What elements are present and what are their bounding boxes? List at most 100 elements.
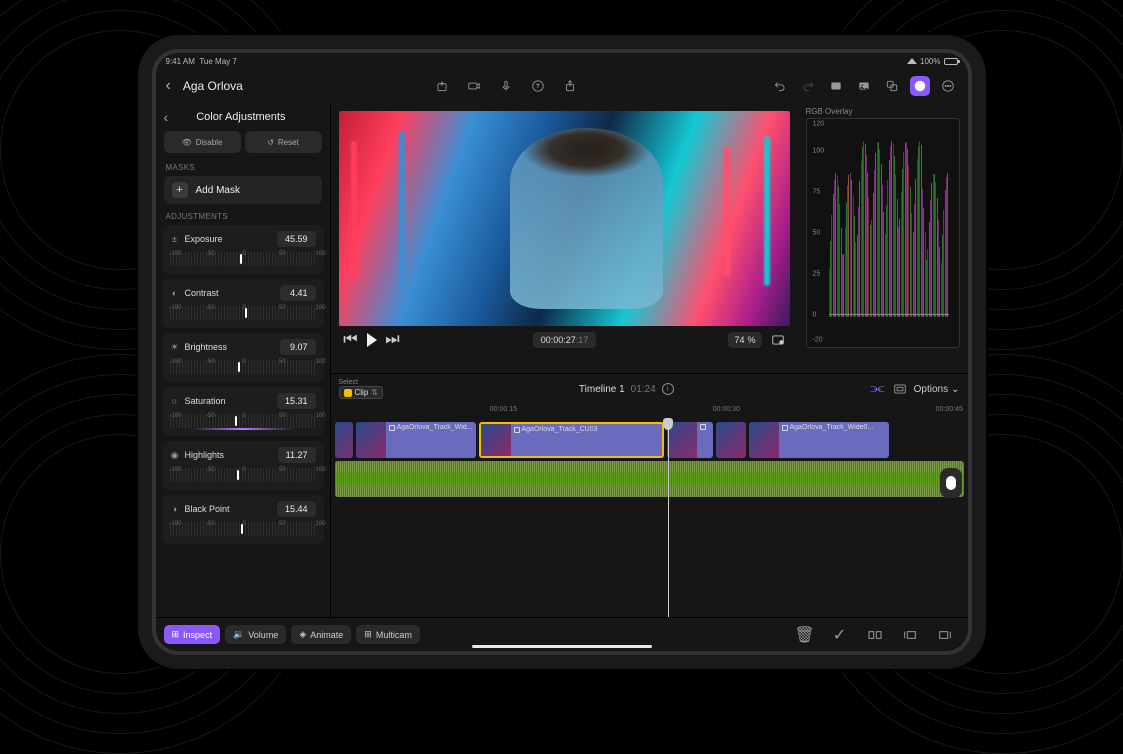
camera-icon[interactable] bbox=[464, 76, 484, 96]
timeline-clip[interactable] bbox=[667, 422, 713, 458]
slider-brightness[interactable]: ☀ Brightness 9.07 -100-50050100 bbox=[162, 333, 324, 382]
scope-ytick: -20 bbox=[813, 337, 823, 344]
clip-selector[interactable]: Clip ⇅ bbox=[339, 386, 383, 399]
snapping-icon[interactable]: ⫘ bbox=[870, 381, 886, 397]
clip-name: AgaOrlova_Track_Wide0... bbox=[790, 424, 874, 431]
slider-track[interactable]: -100-50050100 bbox=[170, 360, 316, 374]
timeline-clip[interactable]: A... bbox=[716, 422, 746, 458]
timecode-display[interactable]: 00:00:27:17 bbox=[533, 332, 597, 348]
timeline-ruler[interactable]: 00:00:1500:00:3000:00:45 bbox=[331, 404, 968, 418]
scope-ytick: 120 bbox=[813, 120, 825, 127]
slider-contrast[interactable]: ◐ Contrast 4.41 -100-50050100 bbox=[162, 279, 324, 328]
audio-track[interactable] bbox=[335, 461, 964, 497]
slider-value[interactable]: 15.44 bbox=[277, 501, 316, 517]
view-options-icon[interactable] bbox=[770, 332, 786, 348]
jog-handle[interactable] bbox=[940, 468, 962, 498]
trim-start-icon[interactable] bbox=[901, 626, 919, 644]
next-frame-button[interactable]: ⏭ bbox=[385, 332, 401, 348]
date: Tue May 7 bbox=[199, 57, 237, 66]
browser-icon[interactable] bbox=[826, 76, 846, 96]
volume-icon: 🔉 bbox=[233, 629, 244, 640]
import-icon[interactable] bbox=[432, 76, 452, 96]
slider-value[interactable]: 45.59 bbox=[277, 231, 316, 247]
status-bar: 9:41 AM Tue May 7 100% bbox=[156, 53, 968, 69]
delete-icon[interactable]: 🗑 bbox=[796, 626, 814, 644]
ipad-device-frame: 9:41 AM Tue May 7 100% ‹ Aga Orlova ‹ Co… bbox=[152, 49, 972, 655]
timeline-clip[interactable]: AgaOrlova_Track_Wid... bbox=[356, 422, 476, 458]
scopes-icon[interactable] bbox=[910, 76, 930, 96]
masks-section-label: MASKS bbox=[156, 159, 330, 176]
reset-icon: ↺ bbox=[267, 138, 274, 147]
scope-title: RGB Overlay bbox=[806, 107, 960, 116]
animate-tab[interactable]: ◈Animate bbox=[291, 625, 351, 644]
home-indicator[interactable] bbox=[472, 645, 652, 648]
timeline-name: Timeline 1 bbox=[579, 384, 625, 395]
slider-track[interactable]: -100-50050100 bbox=[170, 306, 316, 320]
slider-param-icon: ☀ bbox=[170, 342, 180, 352]
redo-icon[interactable] bbox=[798, 76, 818, 96]
add-mask-button[interactable]: + Add Mask bbox=[164, 176, 322, 204]
split-icon[interactable] bbox=[866, 626, 884, 644]
options-button[interactable]: Options ⌄ bbox=[914, 384, 960, 395]
slider-param-icon: ◐ bbox=[170, 288, 180, 298]
play-button[interactable] bbox=[367, 333, 377, 347]
top-toolbar: ‹ Aga Orlova bbox=[156, 69, 968, 103]
share-icon[interactable] bbox=[560, 76, 580, 96]
slider-track[interactable]: -100-50050100 bbox=[170, 252, 316, 266]
playhead[interactable] bbox=[668, 418, 669, 617]
scope-ytick: 25 bbox=[813, 271, 821, 278]
photos-icon[interactable] bbox=[854, 76, 874, 96]
battery-icon bbox=[944, 58, 958, 65]
slider-label: Saturation bbox=[185, 396, 226, 406]
slider-label: Brightness bbox=[185, 342, 228, 352]
voiceover-icon[interactable] bbox=[496, 76, 516, 96]
slider-track[interactable]: -100-50050100 bbox=[170, 468, 316, 482]
slider-track[interactable]: -100-50050100 bbox=[170, 522, 316, 536]
scope-ytick: 50 bbox=[813, 230, 821, 237]
timeline-clip[interactable]: AgaOrlova_Track_CU03 bbox=[479, 422, 664, 458]
wifi-icon bbox=[907, 58, 917, 64]
slider-label: Contrast bbox=[185, 288, 219, 298]
inspect-tab[interactable]: ⊞Inspect bbox=[164, 625, 221, 644]
back-button[interactable]: ‹ bbox=[166, 77, 171, 95]
panel-back-button[interactable]: ‹ bbox=[164, 109, 169, 125]
slider-track[interactable]: -100-50050100 bbox=[170, 414, 316, 428]
volume-tab[interactable]: 🔉Volume bbox=[225, 625, 286, 644]
trim-end-icon[interactable] bbox=[936, 626, 954, 644]
zoom-control[interactable]: 74 % bbox=[728, 332, 761, 348]
overlay-icon[interactable] bbox=[882, 76, 902, 96]
slider-param-icon: ± bbox=[170, 234, 180, 244]
ruler-tick: 00:00:15 bbox=[490, 406, 517, 413]
enable-icon[interactable]: ✓ bbox=[831, 626, 849, 644]
slider-value[interactable]: 4.41 bbox=[280, 285, 316, 301]
scope-ytick: 100 bbox=[813, 147, 825, 154]
timeline-clip[interactable] bbox=[335, 422, 353, 458]
slider-label: Highlights bbox=[185, 450, 225, 460]
slider-value[interactable]: 15.31 bbox=[277, 393, 316, 409]
slider-label: Black Point bbox=[185, 504, 230, 514]
slider-black-point[interactable]: ◑Black Point 15.44 -100-50050100 bbox=[162, 495, 324, 544]
reset-button[interactable]: ↺ Reset bbox=[245, 131, 322, 153]
titles-icon[interactable] bbox=[528, 76, 548, 96]
video-preview[interactable] bbox=[339, 111, 790, 326]
info-icon[interactable]: i bbox=[662, 383, 674, 395]
multicam-tab[interactable]: ⊞Multicam bbox=[356, 625, 420, 644]
clock: 9:41 AM bbox=[166, 57, 195, 66]
inspect-icon: ⊞ bbox=[172, 629, 180, 640]
prev-frame-button[interactable]: ⏮ bbox=[343, 332, 359, 348]
slider-highlights[interactable]: ◉Highlights 11.27 -100-50050100 bbox=[162, 441, 324, 490]
adjustments-section-label: ADJUSTMENTS bbox=[156, 208, 330, 225]
slider-param-icon: ○ bbox=[170, 396, 180, 406]
track-display-icon[interactable] bbox=[892, 381, 908, 397]
more-icon[interactable] bbox=[938, 76, 958, 96]
disable-button[interactable]: 👁 Disable bbox=[164, 131, 241, 153]
slider-value[interactable]: 9.07 bbox=[280, 339, 316, 355]
slider-exposure[interactable]: ±Exposure 45.59 -100-50050100 bbox=[162, 225, 324, 274]
timeline-clip[interactable]: AgaOrlova_Track_Wide0... bbox=[749, 422, 889, 458]
undo-icon[interactable] bbox=[770, 76, 790, 96]
rgb-overlay-scope[interactable]: 1201007550250-20 bbox=[806, 118, 960, 348]
slider-value[interactable]: 11.27 bbox=[278, 447, 316, 463]
ruler-tick: 00:00:30 bbox=[713, 406, 740, 413]
slider-saturation[interactable]: ○ Saturation 15.31 -100-50050100 bbox=[162, 387, 324, 436]
scope-ytick: 0 bbox=[813, 312, 817, 319]
